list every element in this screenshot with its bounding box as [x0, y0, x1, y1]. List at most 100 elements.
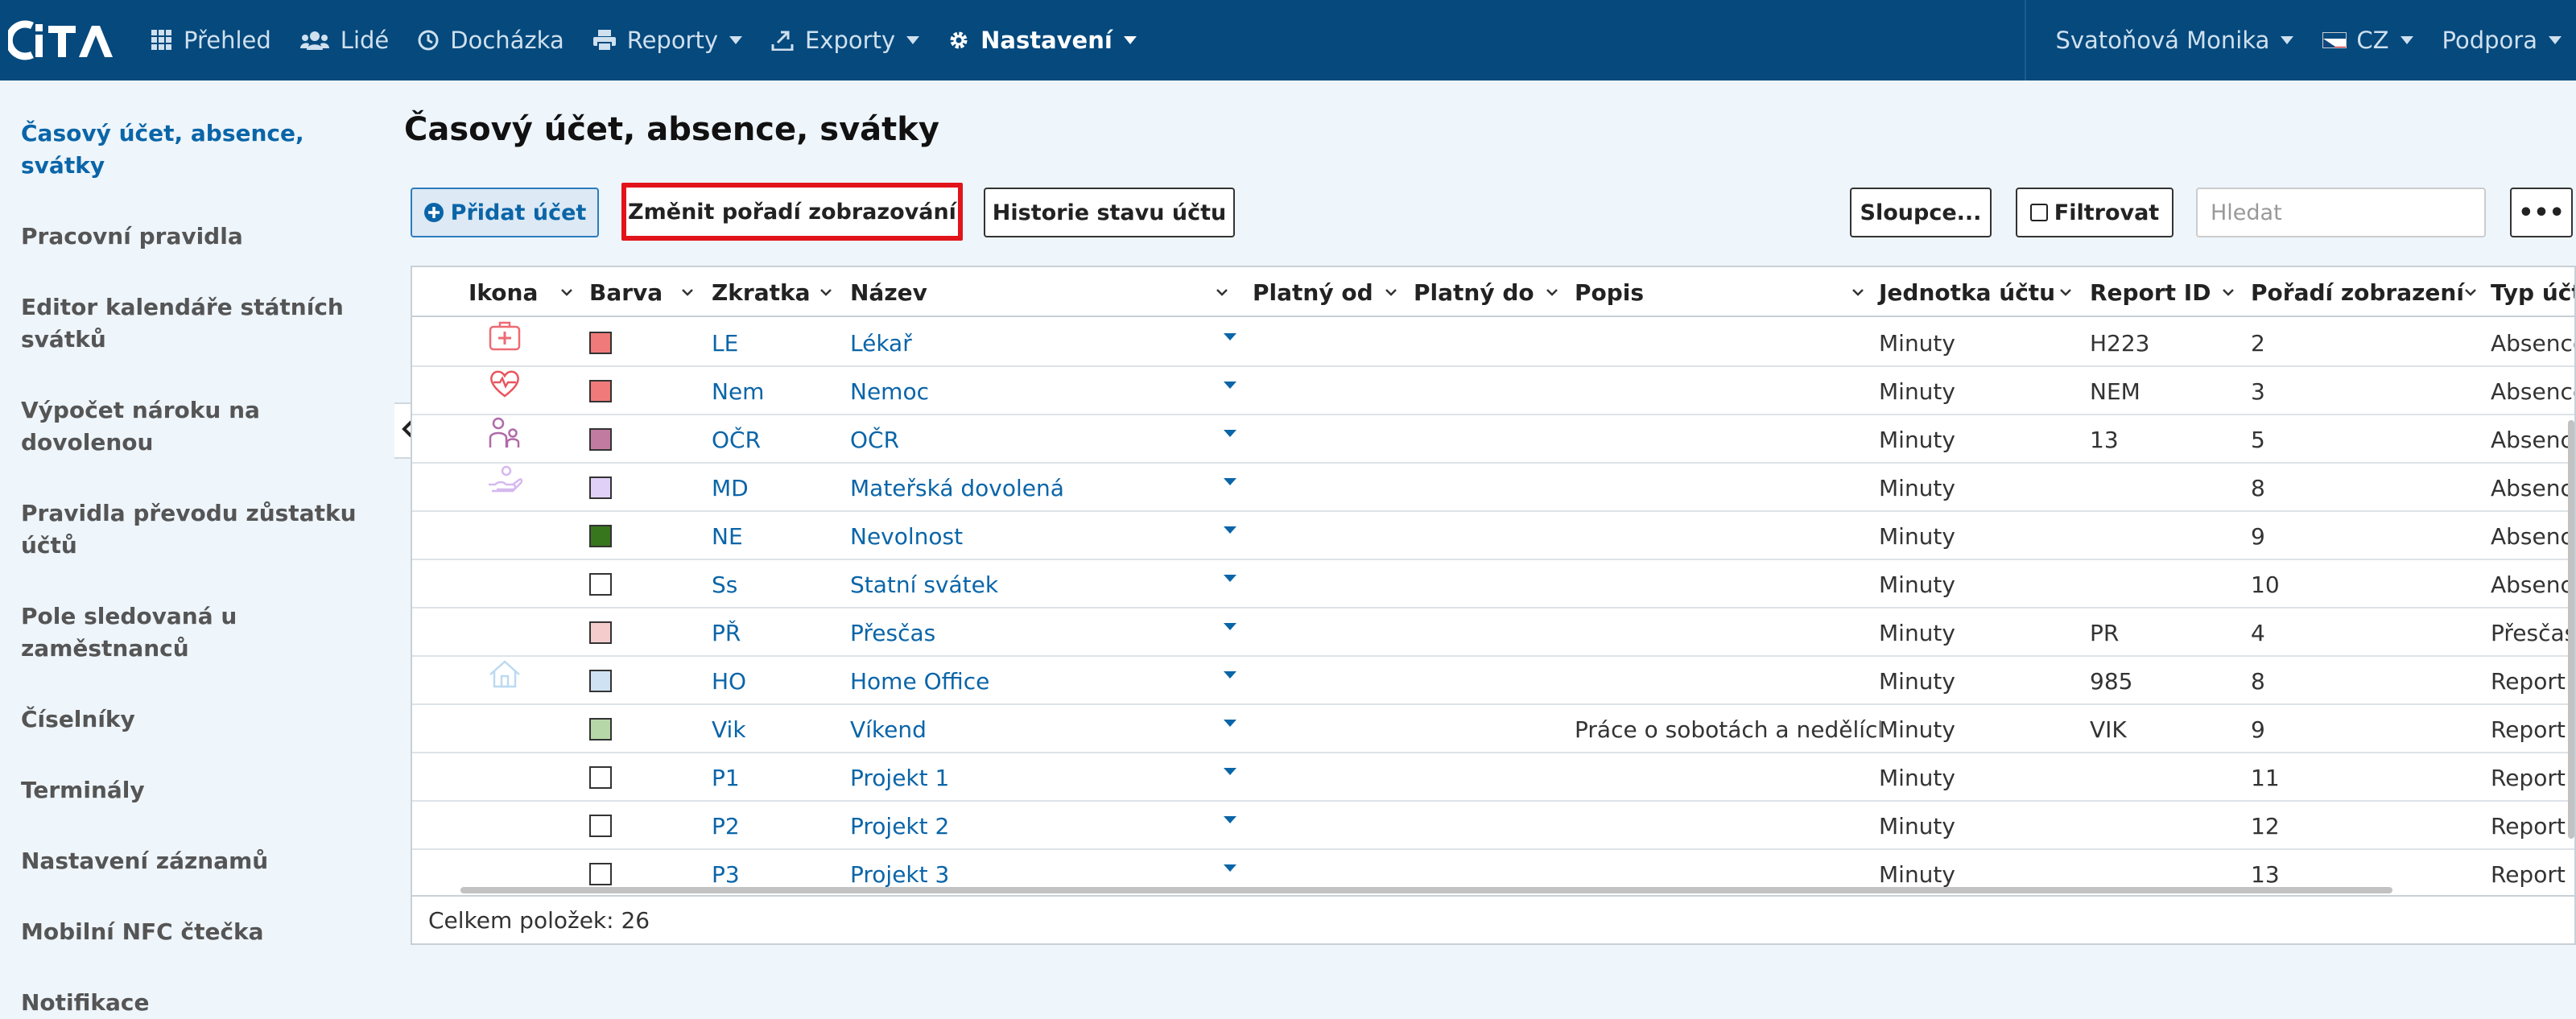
row-expand-toggle[interactable] — [1214, 512, 1246, 560]
abbreviation-link[interactable]: Ss — [712, 560, 840, 609]
user-menu-dropdown[interactable]: Svatoňová Monika — [2041, 0, 2308, 80]
row-expand-toggle[interactable] — [1214, 657, 1246, 705]
account-name-link[interactable]: Statní svátek — [850, 560, 1212, 609]
language-dropdown[interactable]: CZ — [2308, 0, 2427, 80]
column-header-valid-from[interactable]: Platný od — [1253, 267, 1406, 317]
columns-button[interactable]: Sloupce... — [1850, 188, 1992, 237]
account-history-button[interactable]: Historie stavu účtu — [984, 188, 1235, 237]
column-header-description[interactable]: Popis — [1575, 267, 1872, 317]
column-header-abbr[interactable]: Zkratka — [712, 267, 840, 317]
table-row[interactable]: NemNemoc Minuty NEM 3 Absence — [412, 367, 2574, 415]
abbreviation-link[interactable]: OČR — [712, 415, 840, 464]
chevron-down-icon[interactable] — [819, 288, 832, 296]
column-header-color[interactable]: Barva — [589, 267, 702, 317]
row-expand-toggle[interactable] — [1214, 753, 1246, 802]
column-header-label: Typ účtu — [2491, 278, 2574, 306]
table-row[interactable]: P2 Projekt 2 Minuty 12 Report — [412, 802, 2574, 850]
row-expand-toggle[interactable] — [1214, 560, 1246, 609]
sidebar-item-balance-transfer-rules[interactable]: Pravidla převodu zůstatku účtů — [0, 497, 386, 562]
table-row[interactable]: MDMateřská dovolená Minuty 8 Absence — [412, 464, 2574, 512]
row-expand-toggle[interactable] — [1214, 705, 1246, 753]
column-header-valid-to[interactable]: Platný do — [1414, 267, 1567, 317]
abbreviation-link[interactable]: PŘ — [712, 609, 840, 657]
table-row[interactable]: SsStatní svátek Minuty 10 Absence — [412, 560, 2574, 609]
column-header-name[interactable]: Název — [850, 267, 1236, 317]
add-account-button[interactable]: Přidat účet — [411, 188, 599, 237]
table-row[interactable]: Vik Víkend Práce o sobotách a nedělích Minu… — [412, 705, 2574, 753]
chevron-down-icon[interactable] — [560, 288, 573, 296]
account-name-link[interactable]: Home Office — [850, 657, 1212, 705]
more-options-button[interactable]: ••• — [2510, 188, 2573, 237]
nav-reports-dropdown[interactable]: Reporty — [579, 0, 757, 80]
row-expand-toggle[interactable] — [1214, 609, 1246, 657]
row-expand-toggle[interactable] — [1214, 367, 1246, 415]
row-expand-toggle[interactable] — [1214, 319, 1246, 367]
row-expand-toggle[interactable] — [1214, 464, 1246, 512]
nav-settings-dropdown[interactable]: Nastavení — [934, 0, 1151, 80]
chevron-down-icon[interactable] — [1385, 288, 1397, 296]
sidebar-item-work-rules[interactable]: Pracovní pravidla — [0, 221, 386, 253]
nav-people[interactable]: Lidé — [286, 0, 403, 80]
abbreviation-link[interactable]: MD — [712, 464, 840, 512]
nav-attendance[interactable]: Docházka — [403, 0, 578, 80]
chevron-down-icon[interactable] — [681, 288, 694, 296]
abbreviation-link[interactable]: Vik — [712, 705, 840, 753]
column-header-report-id[interactable]: Report ID — [2090, 267, 2243, 317]
table-row[interactable]: PŘ Přesčas Minuty PR 4 Přesčas — [412, 609, 2574, 657]
account-name-link[interactable]: Lékař — [850, 319, 1212, 367]
chevron-down-icon[interactable] — [2059, 288, 2072, 296]
report-id-cell — [2090, 753, 2243, 802]
account-name-link[interactable]: Přesčas — [850, 609, 1212, 657]
table-row[interactable]: NENevolnost Minuty 9 Absence — [412, 512, 2574, 560]
sidebar-item-employee-fields[interactable]: Pole sledovaná u zaměstnanců — [0, 600, 386, 665]
sidebar-item-terminals[interactable]: Terminály — [0, 774, 386, 807]
abbreviation-link[interactable]: LE — [712, 319, 840, 367]
filter-toggle-button[interactable]: Filtrovat — [2016, 188, 2174, 237]
row-expand-toggle[interactable] — [1214, 802, 1246, 850]
chevron-down-icon[interactable] — [2222, 288, 2235, 296]
chevron-down-icon[interactable] — [1546, 288, 1558, 296]
sidebar-item-record-settings[interactable]: Nastavení záznamů — [0, 845, 386, 877]
chevron-down-icon[interactable] — [1852, 288, 1864, 296]
column-header-unit[interactable]: Jednotka účtu — [1879, 267, 2080, 317]
table-row[interactable]: HO Home Office Minuty 985 8 Report — [412, 657, 2574, 705]
column-header-label: Zkratka — [712, 278, 811, 306]
account-name-link[interactable]: Projekt 1 — [850, 753, 1212, 802]
sidebar-item-vacation-calculation[interactable]: Výpočet nároku na dovolenou — [0, 394, 386, 459]
support-dropdown[interactable]: Podpora — [2428, 0, 2576, 80]
table-row[interactable]: OČROČR Minuty 13 5 Absence — [412, 415, 2574, 464]
color-cell — [589, 609, 670, 657]
table-row[interactable]: P1 Projekt 1 Minuty 11 Report — [412, 753, 2574, 802]
color-swatch — [589, 621, 612, 644]
column-header-icon[interactable]: Ikona — [469, 267, 581, 317]
row-expand-toggle[interactable] — [1214, 415, 1246, 464]
sidebar-item-holiday-calendar-editor[interactable]: Editor kalendáře státních svátků — [0, 291, 386, 356]
change-display-order-button[interactable]: Změnit pořadí zobrazování — [621, 183, 963, 241]
abbreviation-link[interactable]: NE — [712, 512, 840, 560]
chevron-down-icon[interactable] — [2464, 288, 2477, 296]
abbreviation-link[interactable]: HO — [712, 657, 840, 705]
sidebar-item-notifications[interactable]: Notifikace — [0, 987, 386, 1019]
account-name-link[interactable]: Víkend — [850, 705, 1212, 753]
abbreviation-link[interactable]: Nem — [712, 367, 840, 415]
column-header-type[interactable]: Typ účtu — [2491, 267, 2574, 317]
horizontal-scrollbar[interactable] — [460, 887, 2392, 893]
account-name-link[interactable]: Projekt 2 — [850, 802, 1212, 850]
abbreviation-link[interactable]: P2 — [712, 802, 840, 850]
sidebar-item-time-accounts[interactable]: Časový účet, absence, svátky — [0, 118, 386, 182]
nav-exports-dropdown[interactable]: Exporty — [757, 0, 934, 80]
account-name-link[interactable]: Nemoc — [850, 367, 1212, 415]
sidebar-item-code-lists[interactable]: Číselníky — [0, 703, 386, 736]
table-row[interactable]: LELékař Minuty H223 2 Absence — [412, 319, 2574, 367]
nav-overview[interactable]: Přehled — [137, 0, 286, 80]
account-name-link[interactable]: Mateřská dovolená — [850, 464, 1212, 512]
chevron-down-icon[interactable] — [1216, 288, 1228, 296]
column-header-order[interactable]: Pořadí zobrazení — [2251, 267, 2484, 317]
ita-logo[interactable] — [0, 0, 137, 80]
search-input[interactable] — [2196, 188, 2486, 237]
sidebar-item-mobile-nfc-reader[interactable]: Mobilní NFC čtečka — [0, 916, 386, 948]
account-name-link[interactable]: Nevolnost — [850, 512, 1212, 560]
abbreviation-link[interactable]: P1 — [712, 753, 840, 802]
vertical-scrollbar[interactable] — [2568, 420, 2574, 839]
account-name-link[interactable]: OČR — [850, 415, 1212, 464]
